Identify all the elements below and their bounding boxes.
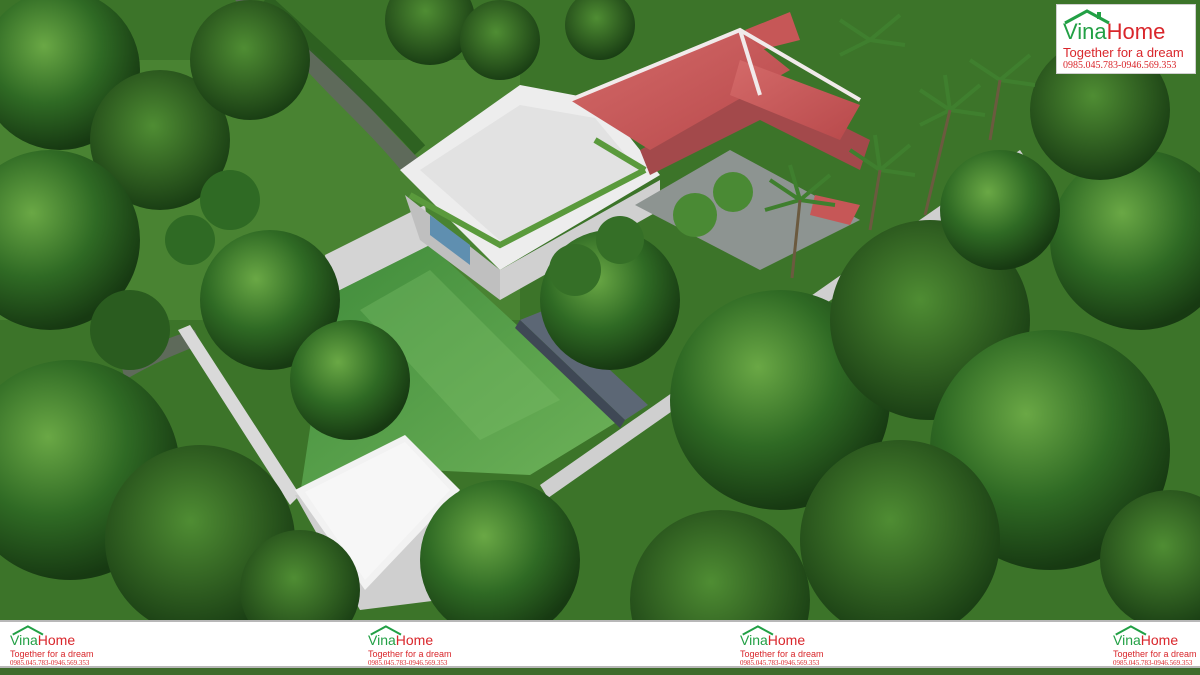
brand-tagline: Together for a dream	[1063, 45, 1184, 60]
footer-logo: VinaHome Together for a dream 0985.045.7…	[10, 625, 120, 667]
render-illustration	[0, 0, 1200, 675]
footer-bottom-strip	[0, 668, 1200, 675]
brand-phone: 0985.045.783-0946.569.353	[1063, 60, 1177, 71]
house-roof-icon	[742, 625, 774, 636]
aerial-render-scene	[0, 0, 1200, 675]
house-roof-icon	[370, 625, 402, 636]
vinahome-logo-card: VinaHome Together for a dream 0985.045.7…	[1056, 4, 1196, 74]
house-roof-icon	[12, 625, 44, 636]
footer-logo: VinaHome Together for a dream 0985.045.7…	[740, 625, 850, 667]
house-roof-icon	[1064, 9, 1110, 25]
footer-logo: VinaHome Together for a dream 0985.045.7…	[368, 625, 478, 667]
house-roof-icon	[1115, 625, 1147, 636]
footer-logo-band: VinaHome Together for a dream 0985.045.7…	[0, 620, 1200, 668]
footer-logo: VinaHome Together for a dream 0985.045.7…	[1113, 625, 1200, 667]
